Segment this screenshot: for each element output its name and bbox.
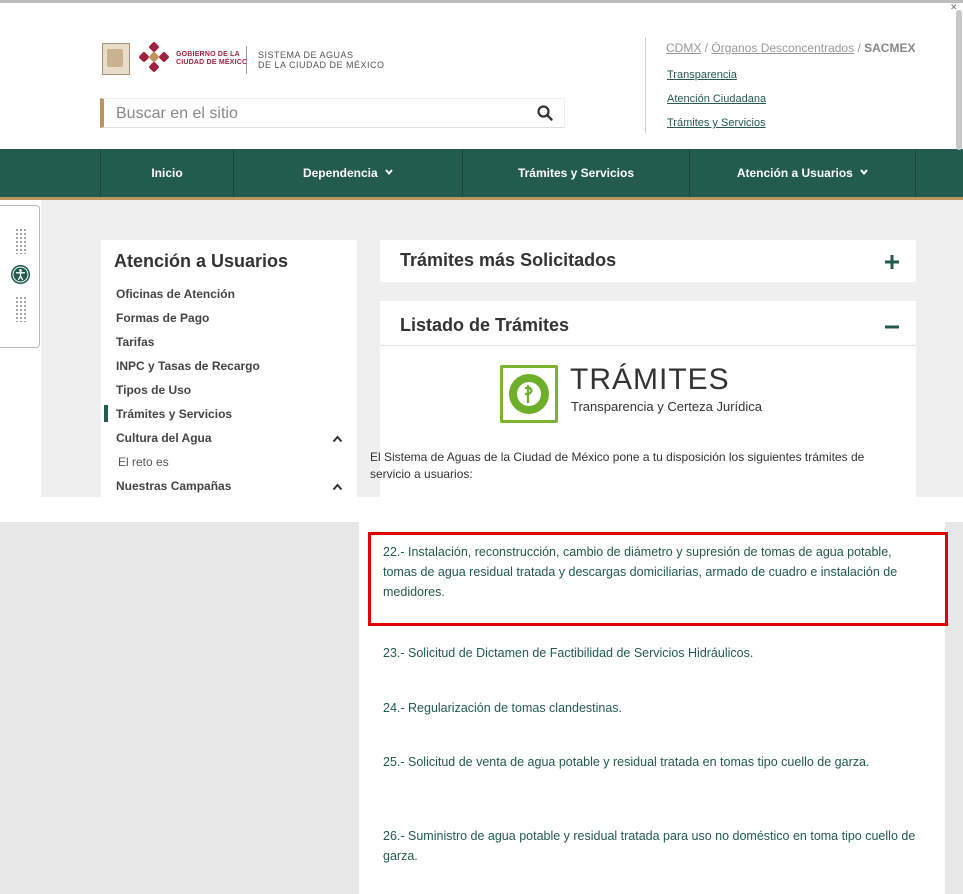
tramite-23-link[interactable]: 23.- Solicitud de Dictamen de Factibilid… bbox=[383, 643, 923, 663]
screenshot-gap bbox=[0, 497, 963, 522]
tramites-logo-subtitle: Transparencia y Certeza Jurídica bbox=[571, 399, 762, 414]
header-divider bbox=[645, 37, 646, 133]
grip-dots-icon bbox=[15, 228, 27, 254]
nav-label: Atención a Usuarios bbox=[736, 166, 853, 180]
scrollbar-thumb[interactable] bbox=[956, 10, 962, 150]
chevron-down-icon bbox=[860, 169, 868, 176]
sidebar-item-formas-pago[interactable]: Formas de Pago bbox=[116, 311, 209, 325]
close-icon[interactable]: ✕ bbox=[950, 2, 958, 13]
panel-mas-solicitados[interactable]: Trámites más Solicitados bbox=[380, 240, 916, 282]
breadcrumb: CDMX / Órganos Desconcentrados / SACMEX bbox=[666, 41, 915, 55]
sacmex-line2: DE LA CIUDAD DE MÉXICO bbox=[258, 60, 385, 70]
tramite-25-link[interactable]: 25.- Solicitud de venta de agua potable … bbox=[383, 752, 923, 772]
gobierno-cdmx-logo-icon[interactable] bbox=[138, 41, 170, 75]
tramites-logo-title: TRÁMITES bbox=[570, 363, 730, 396]
minus-icon[interactable] bbox=[884, 319, 900, 335]
link-atencion-ciudadana[interactable]: Atención Ciudadana bbox=[667, 93, 766, 105]
breadcrumb-organos[interactable]: Órganos Desconcentrados bbox=[711, 41, 854, 55]
tap-icon bbox=[525, 385, 533, 403]
search-input[interactable] bbox=[114, 102, 518, 126]
intro-text: El Sistema de Aguas de la Ciudad de Méxi… bbox=[370, 450, 865, 481]
accessibility-icon[interactable] bbox=[11, 265, 30, 284]
breadcrumb-current: SACMEX bbox=[864, 41, 916, 55]
sidebar-title: Atención a Usuarios bbox=[114, 251, 289, 271]
sidebar-item-tarifas[interactable]: Tarifas bbox=[116, 335, 154, 349]
tramites-list: 22.- Instalación, reconstrucción, cambio… bbox=[359, 522, 945, 894]
plus-icon[interactable] bbox=[884, 254, 900, 270]
sidebar-item-tipos-uso[interactable]: Tipos de Uso bbox=[116, 383, 191, 397]
nav-tramites-servicios[interactable]: Trámites y Servicios bbox=[462, 149, 689, 197]
grip-dots-icon bbox=[15, 296, 27, 322]
search-box bbox=[100, 98, 565, 128]
sidebar-item-oficinas[interactable]: Oficinas de Atención bbox=[116, 287, 235, 301]
sidebar-item-cultura-agua[interactable]: Cultura del Agua bbox=[116, 431, 212, 445]
gobierno-cdmx-text: GOBIERNO DE LA CIUDAD DE MÉXICO bbox=[176, 51, 248, 67]
chevron-up-icon[interactable] bbox=[332, 435, 343, 443]
breadcrumb-cdmx[interactable]: CDMX bbox=[666, 41, 701, 55]
sidebar: Atención a Usuarios Oficinas de Atención… bbox=[101, 240, 357, 497]
sacmex-line1: SISTEMA DE AGUAS bbox=[258, 50, 354, 60]
sidebar-item-tramites-servicios[interactable]: Trámites y Servicios bbox=[116, 407, 232, 421]
top-section: GOBIERNO DE LA CIUDAD DE MÉXICO SISTEMA … bbox=[0, 0, 963, 497]
chevron-up-icon[interactable] bbox=[332, 483, 343, 491]
tramite-22-link[interactable]: 22.- Instalación, reconstrucción, cambio… bbox=[383, 542, 923, 602]
breadcrumb-sep: / bbox=[854, 41, 865, 55]
panel-title: Trámites más Solicitados bbox=[400, 250, 617, 270]
nav-dependencia[interactable]: Dependencia bbox=[233, 149, 462, 197]
gob-text-line2: CIUDAD DE MÉXICO bbox=[176, 59, 248, 66]
sidebar-item-el-reto[interactable]: El reto es bbox=[118, 455, 169, 469]
logo-divider bbox=[246, 46, 247, 74]
nav-label: Trámites y Servicios bbox=[517, 166, 635, 180]
panel-title: Listado de Trámites bbox=[400, 315, 570, 335]
tramite-26-link[interactable]: 26.- Suministro de agua potable y residu… bbox=[383, 826, 923, 866]
link-tramites-servicios[interactable]: Trámites y Servicios bbox=[667, 117, 766, 129]
main-nav: Inicio Dependencia Trámites y Servicios … bbox=[0, 149, 963, 200]
chevron-down-icon bbox=[385, 169, 393, 176]
accessibility-tab[interactable] bbox=[0, 205, 40, 348]
nav-inicio[interactable]: Inicio bbox=[100, 149, 233, 197]
active-indicator bbox=[104, 405, 108, 422]
sidebar-item-inpc[interactable]: INPC y Tasas de Recargo bbox=[116, 359, 260, 373]
coat-of-arms-logo[interactable] bbox=[102, 43, 130, 75]
nav-atencion-usuarios[interactable]: Atención a Usuarios bbox=[689, 149, 916, 197]
breadcrumb-sep: / bbox=[701, 41, 712, 55]
nav-label: Inicio bbox=[151, 166, 183, 180]
gob-text-line1: GOBIERNO DE LA bbox=[176, 51, 240, 58]
link-transparencia[interactable]: Transparencia bbox=[667, 69, 737, 81]
tramites-logo-icon bbox=[500, 365, 558, 423]
sidebar-item-campanas[interactable]: Nuestras Campañas bbox=[116, 479, 231, 493]
search-icon[interactable] bbox=[536, 104, 554, 122]
bottom-section: 22.- Instalación, reconstrucción, cambio… bbox=[0, 522, 963, 894]
sacmex-logo-text[interactable]: SISTEMA DE AGUAS DE LA CIUDAD DE MÉXICO bbox=[258, 50, 385, 70]
nav-label: Dependencia bbox=[302, 166, 378, 180]
tramite-24-link[interactable]: 24.- Regularización de tomas clandestina… bbox=[383, 698, 923, 718]
